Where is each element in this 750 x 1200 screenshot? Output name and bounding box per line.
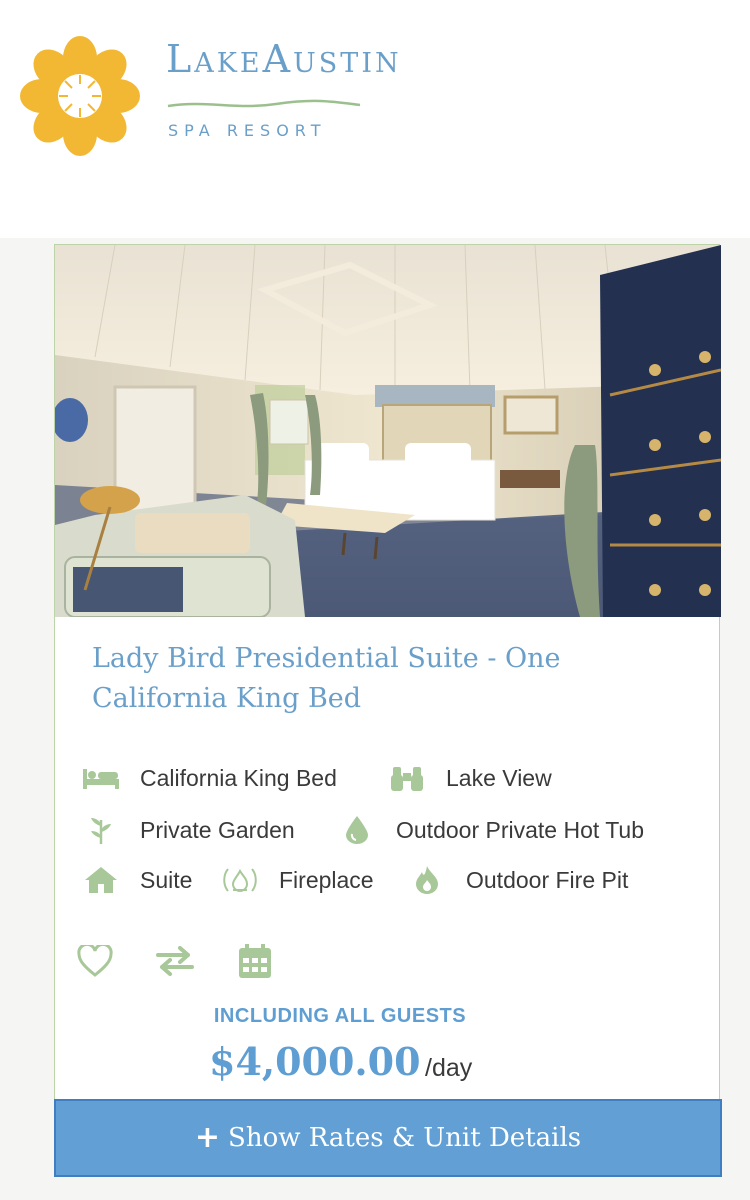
price-unit: /day — [425, 1054, 473, 1082]
room-photo[interactable] — [55, 245, 721, 617]
show-rates-label: Show Rates & Unit Details — [228, 1123, 582, 1153]
site-header: LakeAustin SPA RESORT — [0, 0, 750, 238]
amenity-outdoor-private-hot-tub: Outdoor Private Hot Tub — [338, 815, 644, 845]
water-drop-icon — [338, 815, 376, 845]
amenity-california-king-bed: California King Bed — [82, 763, 337, 793]
amenity-lake-view: Lake View — [388, 763, 552, 793]
room-card: Lady Bird Presidential Suite - One Calif… — [54, 244, 722, 1177]
amenity-private-garden: Private Garden — [82, 815, 295, 845]
amenity-label: Outdoor Fire Pit — [466, 866, 629, 893]
favorite-heart-icon[interactable] — [75, 941, 115, 981]
amenity-fireplace: Fireplace — [221, 865, 374, 895]
room-title[interactable]: Lady Bird Presidential Suite - One Calif… — [92, 639, 692, 719]
show-rates-button[interactable]: + Show Rates & Unit Details — [54, 1099, 722, 1177]
wave-underline-icon — [167, 99, 361, 108]
leaf-icon — [82, 815, 120, 845]
price-caption: INCLUDING ALL GUESTS — [213, 1005, 467, 1027]
fireplace-icon — [221, 865, 259, 895]
amenity-label: Private Garden — [140, 816, 295, 843]
binoculars-icon — [388, 763, 426, 793]
house-icon — [82, 865, 120, 895]
brand-subtitle: SPA RESORT — [168, 121, 327, 140]
amenity-outdoor-fire-pit: Outdoor Fire Pit — [408, 865, 628, 895]
compare-arrows-icon[interactable] — [155, 941, 195, 981]
plus-icon: + — [194, 1120, 221, 1155]
amenity-suite: Suite — [82, 865, 192, 895]
amenity-label: Fireplace — [279, 866, 374, 893]
amenity-label: Suite — [140, 866, 193, 893]
amenity-label: Lake View — [446, 764, 552, 791]
price-amount: $4,000.00 — [209, 1039, 421, 1084]
flower-logo-icon[interactable] — [18, 34, 142, 158]
calendar-icon[interactable] — [235, 941, 275, 981]
bed-icon — [82, 763, 120, 793]
amenity-label: Outdoor Private Hot Tub — [396, 816, 645, 843]
amenity-label: California King Bed — [140, 764, 337, 791]
brand-name[interactable]: LakeAustin — [166, 40, 402, 78]
flame-icon — [408, 865, 446, 895]
bedroom-photo — [55, 245, 721, 617]
